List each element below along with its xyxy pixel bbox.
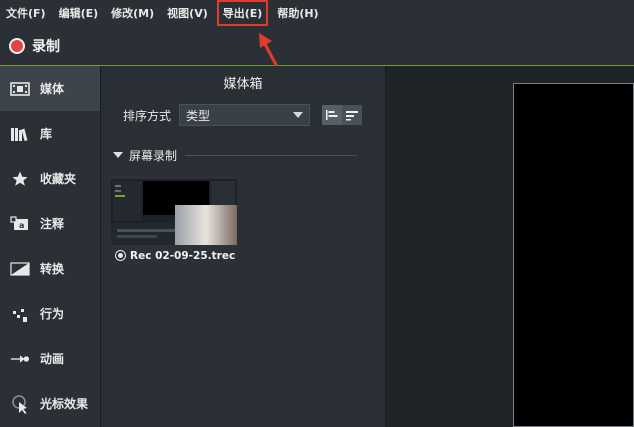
record-toolbar: 录制 bbox=[0, 26, 634, 66]
sidebar-item-behaviors[interactable]: 行为 bbox=[0, 291, 100, 336]
record-clip-icon bbox=[115, 250, 126, 261]
sidebar-item-label: 收藏夹 bbox=[40, 172, 77, 186]
behavior-icon bbox=[10, 304, 30, 324]
menu-export[interactable]: 导出(E) bbox=[216, 0, 269, 26]
sidebar-item-cursor-effects[interactable]: 光标效果 bbox=[0, 381, 100, 426]
cursor-effect-icon bbox=[10, 394, 30, 414]
align-left-view-button[interactable] bbox=[322, 105, 343, 125]
clip-thumbnail bbox=[111, 175, 237, 245]
chevron-down-icon bbox=[293, 112, 304, 118]
sort-lines-icon bbox=[346, 111, 359, 121]
sort-lines-view-button[interactable] bbox=[342, 105, 363, 125]
library-icon bbox=[10, 124, 30, 144]
menu-bar: 文件(F) 编辑(E) 修改(M) 视图(V) 导出(E) 帮助(H) bbox=[0, 0, 634, 26]
menu-modify[interactable]: 修改(M) bbox=[111, 5, 154, 21]
align-left-icon bbox=[326, 110, 338, 120]
sidebar-item-favorites[interactable]: 收藏夹 bbox=[0, 156, 100, 201]
sidebar-item-label: 媒体 bbox=[40, 82, 65, 96]
panel-title: 媒体箱 bbox=[223, 76, 263, 92]
collapse-triangle-icon bbox=[113, 152, 123, 158]
media-clip[interactable]: Rec 02-09-25.trec bbox=[111, 175, 237, 266]
animation-icon bbox=[10, 349, 30, 369]
sort-row: 排序方式 类型 bbox=[101, 98, 385, 132]
menu-file[interactable]: 文件(F) bbox=[6, 5, 46, 21]
sidebar-item-annotations[interactable]: a 注释 bbox=[0, 201, 100, 246]
sidebar-item-label: 库 bbox=[40, 127, 53, 141]
sidebar-item-label: 转换 bbox=[40, 262, 65, 276]
sidebar-item-transitions[interactable]: 转换 bbox=[0, 246, 100, 291]
film-icon bbox=[10, 79, 30, 99]
group-label: 屏幕录制 bbox=[129, 148, 178, 163]
view-toggle bbox=[322, 105, 363, 125]
sidebar-item-label: 动画 bbox=[40, 352, 65, 366]
clip-footer: Rec 02-09-25.trec bbox=[111, 245, 237, 266]
group-header[interactable]: 屏幕录制 bbox=[101, 144, 385, 166]
menu-view[interactable]: 视图(V) bbox=[167, 5, 208, 21]
menu-help[interactable]: 帮助(H) bbox=[277, 5, 318, 21]
transition-icon bbox=[10, 259, 30, 279]
sidebar-item-label: 注释 bbox=[40, 217, 65, 231]
annotation-icon: a bbox=[10, 214, 30, 234]
sidebar: 媒体 库 收藏夹 a 注释 转换 行为 动画 光标效果 bbox=[0, 66, 100, 427]
media-bin-panel: 媒体箱 排序方式 类型 屏幕录制 Rec 02-09-25.trec bbox=[100, 66, 386, 427]
sidebar-item-library[interactable]: 库 bbox=[0, 111, 100, 156]
sidebar-item-media[interactable]: 媒体 bbox=[0, 66, 100, 111]
sidebar-item-label: 光标效果 bbox=[40, 397, 89, 411]
canvas-area bbox=[386, 66, 634, 427]
preview-canvas[interactable] bbox=[513, 83, 634, 427]
svg-text:a: a bbox=[19, 221, 24, 230]
record-button[interactable]: 录制 bbox=[9, 36, 60, 56]
sort-label: 排序方式 bbox=[123, 108, 172, 123]
divider bbox=[185, 154, 357, 156]
menu-edit[interactable]: 编辑(E) bbox=[59, 5, 99, 21]
sidebar-item-animations[interactable]: 动画 bbox=[0, 336, 100, 381]
star-icon bbox=[10, 169, 30, 189]
clip-name: Rec 02-09-25.trec bbox=[130, 249, 236, 262]
record-icon bbox=[9, 37, 25, 54]
sort-value: 类型 bbox=[186, 108, 211, 123]
sort-dropdown[interactable]: 类型 bbox=[179, 104, 311, 126]
record-label: 录制 bbox=[32, 38, 60, 55]
sidebar-item-label: 行为 bbox=[40, 307, 65, 321]
